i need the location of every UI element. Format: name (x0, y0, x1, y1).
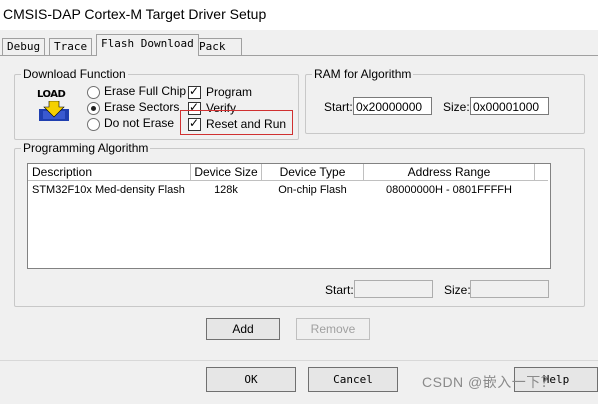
algorithm-start-input[interactable] (354, 280, 433, 298)
algorithm-size-input[interactable] (470, 280, 549, 298)
ram-start-input[interactable]: 0x20000000 (353, 97, 432, 115)
program-checkbox[interactable] (188, 84, 201, 99)
reset-and-run-highlight (180, 110, 293, 135)
erase-full-chip-radio[interactable] (87, 86, 100, 99)
tab-divider (0, 55, 598, 56)
ram-legend: RAM for Algorithm (312, 67, 414, 81)
ok-button[interactable]: OK (206, 367, 296, 392)
table-row[interactable]: STM32F10x Med-density Flash 128k On-chip… (28, 181, 548, 200)
tab-strip: Debug Trace Flash Download Pack (0, 34, 598, 56)
download-function-legend: Download Function (21, 67, 128, 81)
tab-flash-download[interactable]: Flash Download (96, 34, 199, 56)
programming-legend: Programming Algorithm (21, 141, 151, 155)
remove-button[interactable]: Remove (296, 318, 370, 340)
cell-device-type: On-chip Flash (278, 184, 347, 196)
add-button[interactable]: Add (206, 318, 280, 340)
do-not-erase-label: Do not Erase (104, 116, 175, 130)
cell-filler (535, 181, 549, 200)
cancel-button[interactable]: Cancel (308, 367, 398, 392)
cell-address-range: 08000000H - 0801FFFFH (386, 184, 512, 196)
column-description[interactable]: Description (28, 164, 191, 181)
load-icon: LOAD (37, 89, 71, 121)
tab-pack[interactable]: Pack (194, 38, 242, 55)
window-title: CMSIS-DAP Cortex-M Target Driver Setup (3, 6, 267, 22)
ram-start-label: Start: (324, 100, 353, 114)
column-device-type[interactable]: Device Type (261, 164, 364, 181)
do-not-erase-radio[interactable] (87, 118, 100, 131)
tab-trace[interactable]: Trace (49, 38, 93, 55)
ram-for-algorithm-group: RAM for Algorithm Start: 0x20000000 Size… (305, 67, 585, 134)
title-bar: CMSIS-DAP Cortex-M Target Driver Setup (0, 0, 598, 30)
bottom-divider (0, 360, 598, 361)
erase-sectors-radio[interactable] (87, 102, 100, 115)
column-address-range[interactable]: Address Range (363, 164, 535, 181)
algorithm-table: Description Device Size Device Type Addr… (28, 164, 548, 199)
algorithm-start-label: Start: (325, 283, 354, 297)
ram-size-label: Size: (443, 100, 470, 114)
watermark: CSDN @嵌入一下？ (422, 374, 556, 390)
column-device-size[interactable]: Device Size (190, 164, 262, 181)
program-label: Program (206, 85, 253, 99)
ram-size-input[interactable]: 0x00001000 (470, 97, 549, 115)
erase-full-chip-label: Erase Full Chip (104, 84, 187, 98)
tab-debug[interactable]: Debug (2, 38, 46, 55)
column-filler (534, 164, 548, 181)
erase-sectors-label: Erase Sectors (104, 100, 180, 114)
algorithm-size-label: Size: (444, 283, 471, 297)
cell-description: STM32F10x Med-density Flash (32, 184, 185, 196)
load-icon-text: LOAD (37, 89, 66, 100)
load-arrow-icon (39, 101, 69, 121)
cell-device-size: 128k (214, 184, 238, 196)
